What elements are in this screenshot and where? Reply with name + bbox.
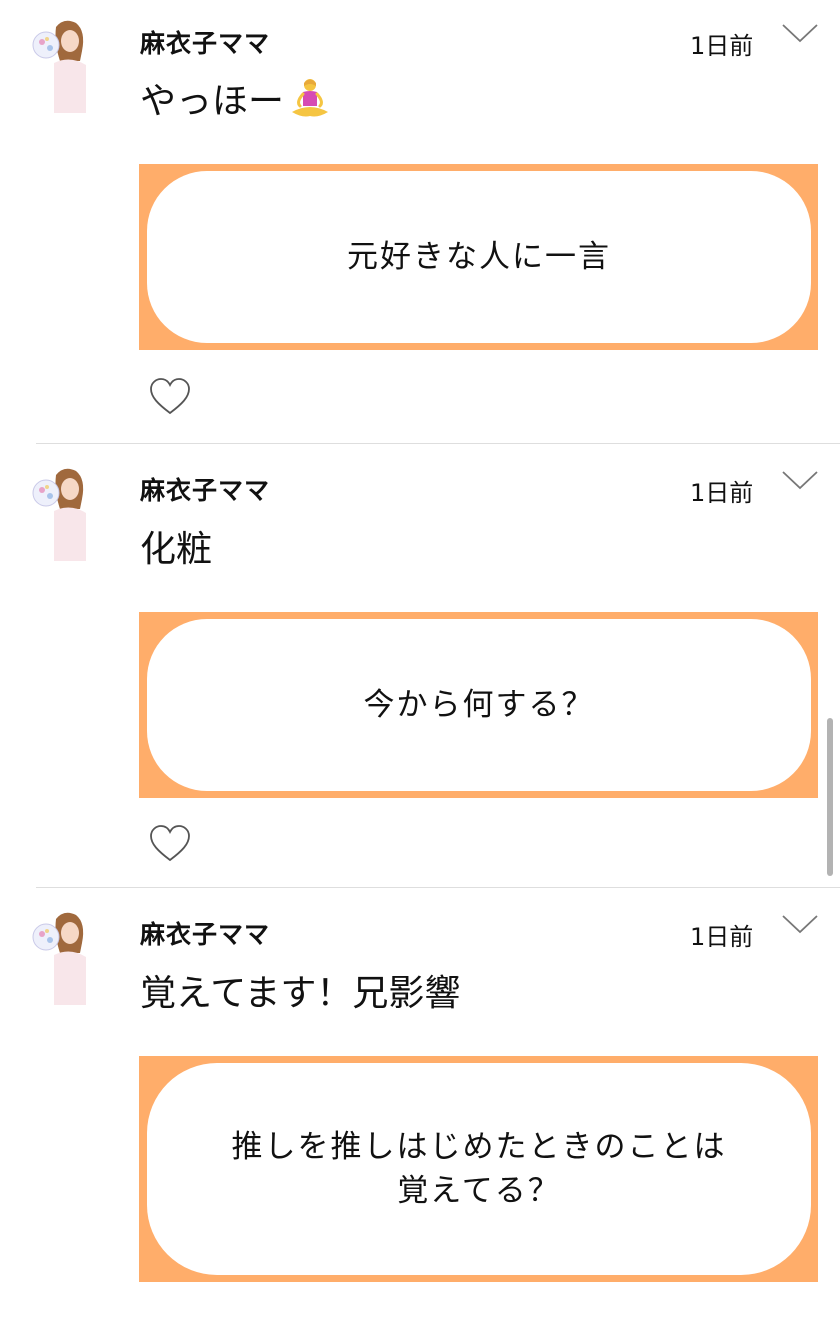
topic-card-inner: 推しを推しはじめたときのことは 覚えてる？ xyxy=(147,1063,811,1275)
post-text-content: やっほー xyxy=(140,81,285,122)
topic-line: 推しを推しはじめたときのことは xyxy=(231,1129,727,1165)
post-text: 覚えてます！兄影響 xyxy=(140,964,460,1016)
topic-card[interactable]: 今から何する？ xyxy=(139,612,818,798)
chevron-down-icon[interactable] xyxy=(781,469,819,491)
user-avatar[interactable] xyxy=(30,465,88,561)
username[interactable]: 麻衣子ママ xyxy=(140,915,270,951)
post-card: 麻衣子ママ 1日前 覚えてます！兄影響 推しを推しはじめたときのことは 覚えてる… xyxy=(30,887,840,1331)
topic-line: 今から何する？ xyxy=(363,687,595,723)
topic-card[interactable]: 元好きな人に一言 xyxy=(139,164,818,350)
heart-outline-icon[interactable] xyxy=(148,377,192,417)
post-text: やっほー xyxy=(140,72,332,124)
username[interactable]: 麻衣子ママ xyxy=(140,24,270,60)
topic-text: 元好きな人に一言 xyxy=(347,235,611,279)
user-avatar[interactable] xyxy=(30,17,88,113)
post-time: 1日前 xyxy=(690,923,754,951)
post-time: 1日前 xyxy=(690,32,754,60)
post-text-content: 化粧 xyxy=(140,529,213,570)
topic-line: 覚えてる？ xyxy=(397,1173,561,1209)
scrollbar[interactable] xyxy=(827,718,833,876)
user-avatar[interactable] xyxy=(30,909,88,1005)
topic-text: 今から何する？ xyxy=(364,683,595,727)
post-feed: 麻衣子ママ 1日前 やっほー 元好きな人に一言 麻衣子ママ 1日前 化粧 今から… xyxy=(0,0,840,1331)
post-time: 1日前 xyxy=(690,479,754,507)
post-card: 麻衣子ママ 1日前 やっほー 元好きな人に一言 xyxy=(0,0,840,443)
post-text-content: 覚えてます！兄影響 xyxy=(140,973,461,1014)
post-text: 化粧 xyxy=(140,520,212,572)
topic-card-inner: 元好きな人に一言 xyxy=(147,171,811,343)
topic-text: 推しを推しはじめたときのことは 覚えてる？ xyxy=(232,1125,727,1213)
chevron-down-icon[interactable] xyxy=(781,22,819,44)
chevron-down-icon[interactable] xyxy=(781,913,819,935)
topic-card[interactable]: 推しを推しはじめたときのことは 覚えてる？ xyxy=(139,1056,818,1282)
topic-line: 元好きな人に一言 xyxy=(347,239,611,275)
meditating-woman-icon xyxy=(292,79,329,117)
post-card: 麻衣子ママ 1日前 化粧 今から何する？ xyxy=(30,443,840,887)
heart-outline-icon[interactable] xyxy=(148,824,192,864)
topic-card-inner: 今から何する？ xyxy=(147,619,811,791)
username[interactable]: 麻衣子ママ xyxy=(140,471,270,507)
